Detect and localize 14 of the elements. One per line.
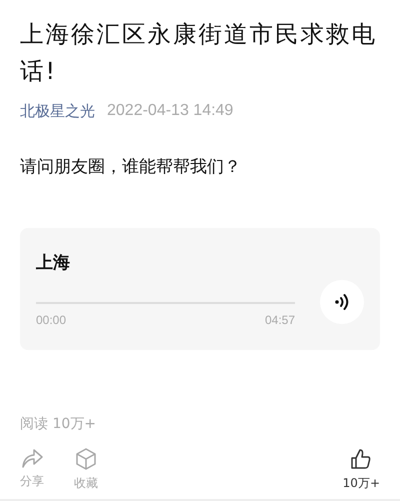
play-button[interactable] [320, 280, 364, 324]
publish-date: 2022-04-13 14:49 [107, 102, 234, 121]
current-time: 00:00 [36, 313, 66, 327]
like-button[interactable]: 10万+ [342, 447, 380, 492]
share-arrow-icon [20, 447, 44, 469]
article-text: 请问朋友圈，谁能帮帮我们？ [20, 156, 242, 178]
author-name[interactable]: 北极星之光 [20, 102, 95, 121]
article-title: 上海徐汇区永康街道市民求救电话! [20, 19, 378, 87]
audio-title: 上海 [36, 252, 71, 274]
duration: 04:57 [264, 313, 295, 327]
sound-icon [333, 293, 351, 311]
thumbs-up-icon [349, 447, 374, 471]
cube-icon [74, 447, 98, 471]
read-count: 阅读 10万+ [20, 415, 97, 433]
